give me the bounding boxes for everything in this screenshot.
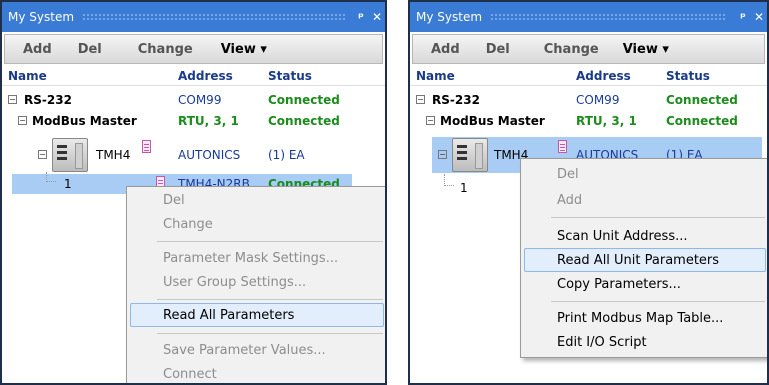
status-cell: Connected bbox=[268, 114, 340, 128]
address-cell: AUTONICS bbox=[178, 148, 241, 162]
tree-label: RS-232 bbox=[432, 93, 480, 107]
column-address[interactable]: Address bbox=[576, 69, 631, 83]
tree-label: RS-232 bbox=[24, 93, 72, 107]
menu-item-print-modbus-map-table[interactable]: Print Modbus Map Table... bbox=[521, 307, 767, 331]
titlebar-grip bbox=[82, 13, 345, 21]
tree-label: ModBus Master bbox=[440, 114, 545, 128]
my-system-panel-left: My System ᵖ ✕ Add Del Change View ▾ Name… bbox=[0, 0, 387, 385]
collapse-icon[interactable]: − bbox=[438, 150, 447, 159]
document-icon bbox=[558, 140, 567, 153]
my-system-panel-right: My System ᵖ ✕ Add Del Change View ▾ Name… bbox=[408, 0, 769, 385]
tree-row-rs232[interactable]: − RS-232 COM99 Connected bbox=[2, 92, 385, 114]
menu-item-add[interactable]: Add bbox=[521, 189, 767, 213]
controller-device-icon bbox=[52, 138, 88, 172]
menu-separator bbox=[157, 241, 383, 242]
menu-item-change[interactable]: Change bbox=[127, 213, 385, 237]
close-icon[interactable]: ✕ bbox=[369, 10, 385, 24]
tree-label: ModBus Master bbox=[32, 114, 137, 128]
panel-title: My System bbox=[8, 10, 75, 24]
column-status[interactable]: Status bbox=[666, 69, 710, 83]
menu-item-edit-io-script[interactable]: Edit I/O Script bbox=[521, 331, 767, 355]
address-cell: RTU, 3, 1 bbox=[178, 114, 239, 128]
column-name[interactable]: Name bbox=[8, 69, 47, 83]
menu-separator bbox=[551, 217, 765, 218]
tree-connector bbox=[46, 172, 56, 182]
pin-icon[interactable]: ᵖ bbox=[353, 10, 369, 24]
tree-row-modbus-master[interactable]: − ModBus Master RTU, 3, 1 Connected bbox=[2, 113, 385, 135]
address-cell: COM99 bbox=[576, 93, 620, 107]
tree-row-device[interactable]: − TMH4 AUTONICS (1) EA bbox=[2, 136, 385, 174]
address-cell: RTU, 3, 1 bbox=[576, 114, 637, 128]
toolbar: Add Del Change View ▾ bbox=[412, 34, 765, 64]
menu-item-parameter-mask-settings[interactable]: Parameter Mask Settings... bbox=[127, 247, 385, 271]
menu-item-connect[interactable]: Connect bbox=[127, 363, 385, 383]
pin-icon[interactable]: ᵖ bbox=[735, 10, 751, 24]
status-cell: (1) EA bbox=[268, 148, 305, 162]
menu-item-read-all-parameters[interactable]: Read All Parameters bbox=[130, 303, 384, 327]
collapse-icon[interactable]: − bbox=[8, 95, 17, 104]
menu-item-read-all-unit-parameters[interactable]: Read All Unit Parameters bbox=[524, 248, 766, 272]
column-status[interactable]: Status bbox=[268, 69, 312, 83]
titlebar-grip bbox=[490, 13, 727, 21]
collapse-icon[interactable]: − bbox=[18, 116, 27, 125]
tree-row-rs232[interactable]: − RS-232 COM99 Connected bbox=[410, 92, 767, 114]
menu-item-scan-unit-address[interactable]: Scan Unit Address... bbox=[521, 225, 767, 249]
status-cell: Connected bbox=[666, 93, 738, 107]
menu-separator bbox=[157, 299, 383, 300]
context-menu: Del Change Parameter Mask Settings... Us… bbox=[126, 186, 385, 383]
address-cell: COM99 bbox=[178, 93, 222, 107]
status-cell: Connected bbox=[666, 114, 738, 128]
context-menu: Del Add Scan Unit Address... Read All Un… bbox=[520, 158, 767, 358]
tree-label: 1 bbox=[64, 177, 72, 191]
tree-row-modbus-master[interactable]: − ModBus Master RTU, 3, 1 Connected bbox=[410, 113, 767, 135]
panel-titlebar: My System ᵖ ✕ bbox=[2, 2, 385, 32]
add-button[interactable]: Add bbox=[5, 42, 64, 57]
del-button[interactable]: Del bbox=[64, 42, 114, 57]
menu-item-user-group-settings[interactable]: User Group Settings... bbox=[127, 271, 385, 295]
panel-titlebar: My System ᵖ ✕ bbox=[410, 2, 767, 32]
status-cell: Connected bbox=[268, 93, 340, 107]
column-header: Name Address Status bbox=[2, 66, 385, 86]
menu-separator bbox=[157, 333, 383, 334]
menu-item-del[interactable]: Del bbox=[521, 163, 767, 187]
tree-label: 1 bbox=[460, 181, 468, 195]
toolbar: Add Del Change View ▾ bbox=[4, 34, 383, 64]
column-name[interactable]: Name bbox=[416, 69, 455, 83]
collapse-icon[interactable]: − bbox=[426, 116, 435, 125]
tree-label: TMH4 bbox=[96, 148, 131, 162]
column-address[interactable]: Address bbox=[178, 69, 233, 83]
collapse-icon[interactable]: − bbox=[38, 150, 47, 159]
add-button[interactable]: Add bbox=[413, 42, 472, 57]
close-icon[interactable]: ✕ bbox=[751, 10, 767, 24]
change-button[interactable]: Change bbox=[114, 42, 205, 57]
menu-item-copy-parameters[interactable]: Copy Parameters... bbox=[521, 273, 767, 297]
collapse-icon[interactable]: − bbox=[416, 95, 425, 104]
change-button[interactable]: Change bbox=[522, 42, 611, 57]
view-dropdown[interactable]: View ▾ bbox=[611, 42, 681, 57]
column-header: Name Address Status bbox=[410, 66, 767, 86]
menu-item-save-parameter-values[interactable]: Save Parameter Values... bbox=[127, 339, 385, 363]
view-dropdown[interactable]: View ▾ bbox=[205, 42, 279, 57]
document-icon bbox=[142, 140, 151, 153]
menu-item-del[interactable]: Del bbox=[127, 189, 385, 213]
tree-connector bbox=[444, 174, 454, 186]
panel-title: My System bbox=[416, 10, 483, 24]
controller-device-icon bbox=[452, 138, 488, 172]
menu-separator bbox=[551, 301, 765, 302]
del-button[interactable]: Del bbox=[472, 42, 522, 57]
